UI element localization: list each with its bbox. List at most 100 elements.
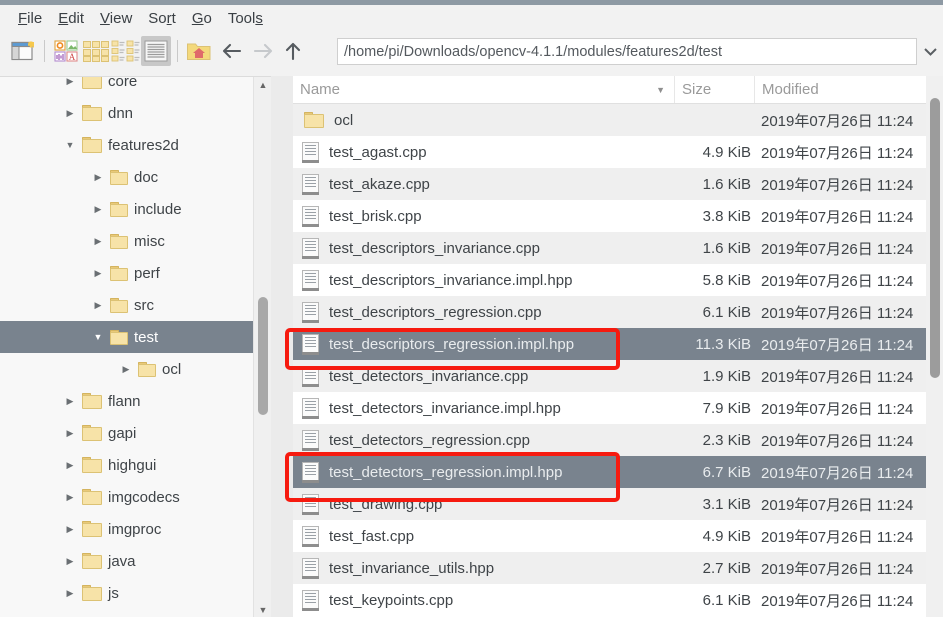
arrow-up-icon[interactable] (278, 36, 308, 66)
file-row[interactable]: test_descriptors_invariance.cpp 1.6 KiB 20… (293, 232, 943, 264)
toggle-sidebar-icon[interactable] (8, 36, 38, 66)
triangle-right-icon[interactable]: ▶ (90, 201, 106, 217)
folder-icon (82, 489, 102, 505)
tree-item-flann[interactable]: ▶ flann (0, 385, 253, 417)
triangle-down-icon[interactable]: ▼ (656, 85, 665, 95)
file-row[interactable]: test_brisk.cpp 3.8 KiB 2019年07月26日 11:24 (293, 200, 943, 232)
triangle-right-icon[interactable]: ▶ (90, 297, 106, 313)
view-icons-small-icon[interactable]: A (51, 36, 81, 66)
folder-icon (110, 265, 128, 281)
file-name-cell: test_detectors_invariance.impl.hpp (293, 397, 675, 419)
tree-item-imgproc[interactable]: ▶ imgproc (0, 513, 253, 545)
file-row[interactable]: test_fast.cpp 4.9 KiB 2019年07月26日 11:24 (293, 520, 943, 552)
pane-splitter[interactable] (271, 76, 293, 617)
triangle-down-icon[interactable]: ▼ (90, 329, 106, 345)
file-name-cell: test_descriptors_regression.impl.hpp (293, 333, 675, 355)
file-name-cell: test_detectors_regression.impl.hpp (293, 461, 675, 483)
tree-item-ocl[interactable]: ▶ ocl (0, 353, 253, 385)
tree-item-js[interactable]: ▶ js (0, 577, 253, 609)
file-modified-cell: 2019年07月26日 11:24 (761, 368, 914, 386)
tree-item-doc[interactable]: ▶ doc (0, 161, 253, 193)
file-row[interactable]: test_detectors_regression.cpp 2.3 KiB 2019… (293, 424, 943, 456)
view-thumbnails-icon[interactable] (81, 36, 111, 66)
sidebar-scroll-thumb[interactable] (258, 297, 268, 415)
document-icon (302, 269, 319, 291)
document-icon (302, 205, 319, 227)
menu-item-file[interactable]: File (10, 8, 50, 29)
file-row[interactable]: test_invariance_utils.hpp 2.7 KiB 2019年07月… (293, 552, 943, 584)
menu-item-view[interactable]: View (92, 8, 140, 29)
file-name-cell: test_detectors_invariance.cpp (293, 365, 675, 387)
file-row[interactable]: test_descriptors_invariance.impl.hpp 5.8 … (293, 264, 943, 296)
triangle-right-icon[interactable]: ▶ (62, 425, 78, 441)
file-row[interactable]: test_detectors_invariance.cpp 1.9 KiB 2019… (293, 360, 943, 392)
tree-item-gapi[interactable]: ▶ gapi (0, 417, 253, 449)
file-name-label: test_fast.cpp (329, 527, 415, 545)
triangle-right-icon[interactable]: ▶ (62, 393, 78, 409)
tree-item-java[interactable]: ▶ java (0, 545, 253, 577)
file-row[interactable]: test_descriptors_regression.impl.hpp 11.3… (293, 328, 943, 360)
tree-item-label: perf (134, 264, 160, 282)
file-row[interactable]: test_agast.cpp 4.9 KiB 2019年07月26日 11:24 (293, 136, 943, 168)
column-header-modified[interactable]: Modified (755, 76, 943, 103)
triangle-right-icon[interactable]: ▶ (90, 265, 106, 281)
menu-item-edit[interactable]: Edit (50, 8, 92, 29)
triangle-down-icon[interactable]: ▼ (254, 602, 271, 617)
triangle-right-icon[interactable]: ▶ (62, 489, 78, 505)
tree-item-features2d[interactable]: ▼ features2d (0, 129, 253, 161)
tree-item-src[interactable]: ▶ src (0, 289, 253, 321)
triangle-down-icon[interactable]: ▼ (62, 137, 78, 153)
triangle-right-icon[interactable]: ▶ (90, 233, 106, 249)
menu-item-sort[interactable]: Sort (140, 8, 184, 29)
path-dropdown-button[interactable] (919, 38, 941, 65)
tree-item-label: java (108, 552, 136, 570)
column-header-size[interactable]: Size (675, 76, 755, 103)
file-row[interactable]: test_detectors_invariance.impl.hpp 7.9 Ki… (293, 392, 943, 424)
file-modified-cell: 2019年07月26日 11:24 (761, 144, 914, 162)
file-modified-cell: 2019年07月26日 11:24 (761, 560, 914, 578)
tree-item-test[interactable]: ▼ test (0, 321, 253, 353)
tree-item-core[interactable]: ▶ core (0, 77, 253, 97)
menu-item-go[interactable]: Go (184, 8, 220, 29)
tree-item-perf[interactable]: ▶ perf (0, 257, 253, 289)
file-row[interactable]: test_descriptors_regression.cpp 6.1 KiB 20… (293, 296, 943, 328)
sidebar-scrollbar[interactable]: ▲ ▼ (253, 77, 271, 617)
folder-icon (82, 137, 102, 153)
tree-item-imgcodecs[interactable]: ▶ imgcodecs (0, 481, 253, 513)
triangle-right-icon[interactable]: ▶ (62, 105, 78, 121)
triangle-right-icon[interactable]: ▶ (62, 77, 78, 89)
menu-item-label: File (18, 10, 43, 27)
path-input[interactable]: /home/pi/Downloads/opencv-4.1.1/modules/… (337, 38, 917, 65)
folder-icon (82, 457, 102, 473)
file-row[interactable]: test_keypoints.cpp 6.1 KiB 2019年07月26日 11:… (293, 584, 943, 616)
view-compact-icon[interactable] (111, 36, 141, 66)
file-list-scrollbar[interactable] (926, 76, 943, 617)
triangle-up-icon[interactable]: ▲ (254, 77, 271, 93)
document-icon (302, 301, 319, 323)
menu-item-tools[interactable]: Tools (220, 8, 271, 29)
file-name-label: test_drawing.cpp (329, 495, 443, 513)
column-header-name[interactable]: Name ▼ (293, 76, 675, 103)
home-folder-icon[interactable] (184, 36, 214, 66)
file-list-scroll-thumb[interactable] (930, 98, 940, 378)
view-details-icon[interactable] (141, 36, 171, 66)
file-row[interactable]: ocl 2019年07月26日 11:24 (293, 104, 943, 136)
triangle-right-icon[interactable]: ▶ (62, 553, 78, 569)
tree-item-include[interactable]: ▶ include (0, 193, 253, 225)
triangle-right-icon[interactable]: ▶ (62, 521, 78, 537)
tree-item-highgui[interactable]: ▶ highgui (0, 449, 253, 481)
triangle-right-icon[interactable]: ▶ (118, 361, 134, 377)
file-row[interactable]: test_detectors_regression.impl.hpp 6.7 Ki… (293, 456, 943, 488)
folder-icon (110, 169, 128, 185)
tree-item-misc[interactable]: ▶ misc (0, 225, 253, 257)
triangle-right-icon[interactable]: ▶ (62, 457, 78, 473)
triangle-right-icon[interactable]: ▶ (62, 585, 78, 601)
arrow-back-icon[interactable] (218, 36, 248, 66)
tree-item-dnn[interactable]: ▶ dnn (0, 97, 253, 129)
file-row[interactable]: test_akaze.cpp 1.6 KiB 2019年07月26日 11:24 (293, 168, 943, 200)
file-row[interactable]: test_drawing.cpp 3.1 KiB 2019年07月26日 11:24 (293, 488, 943, 520)
folder-icon (82, 77, 102, 89)
file-name-label: test_detectors_regression.cpp (329, 431, 530, 449)
triangle-right-icon[interactable]: ▶ (90, 169, 106, 185)
file-modified-cell: 2019年07月26日 11:24 (761, 336, 914, 354)
